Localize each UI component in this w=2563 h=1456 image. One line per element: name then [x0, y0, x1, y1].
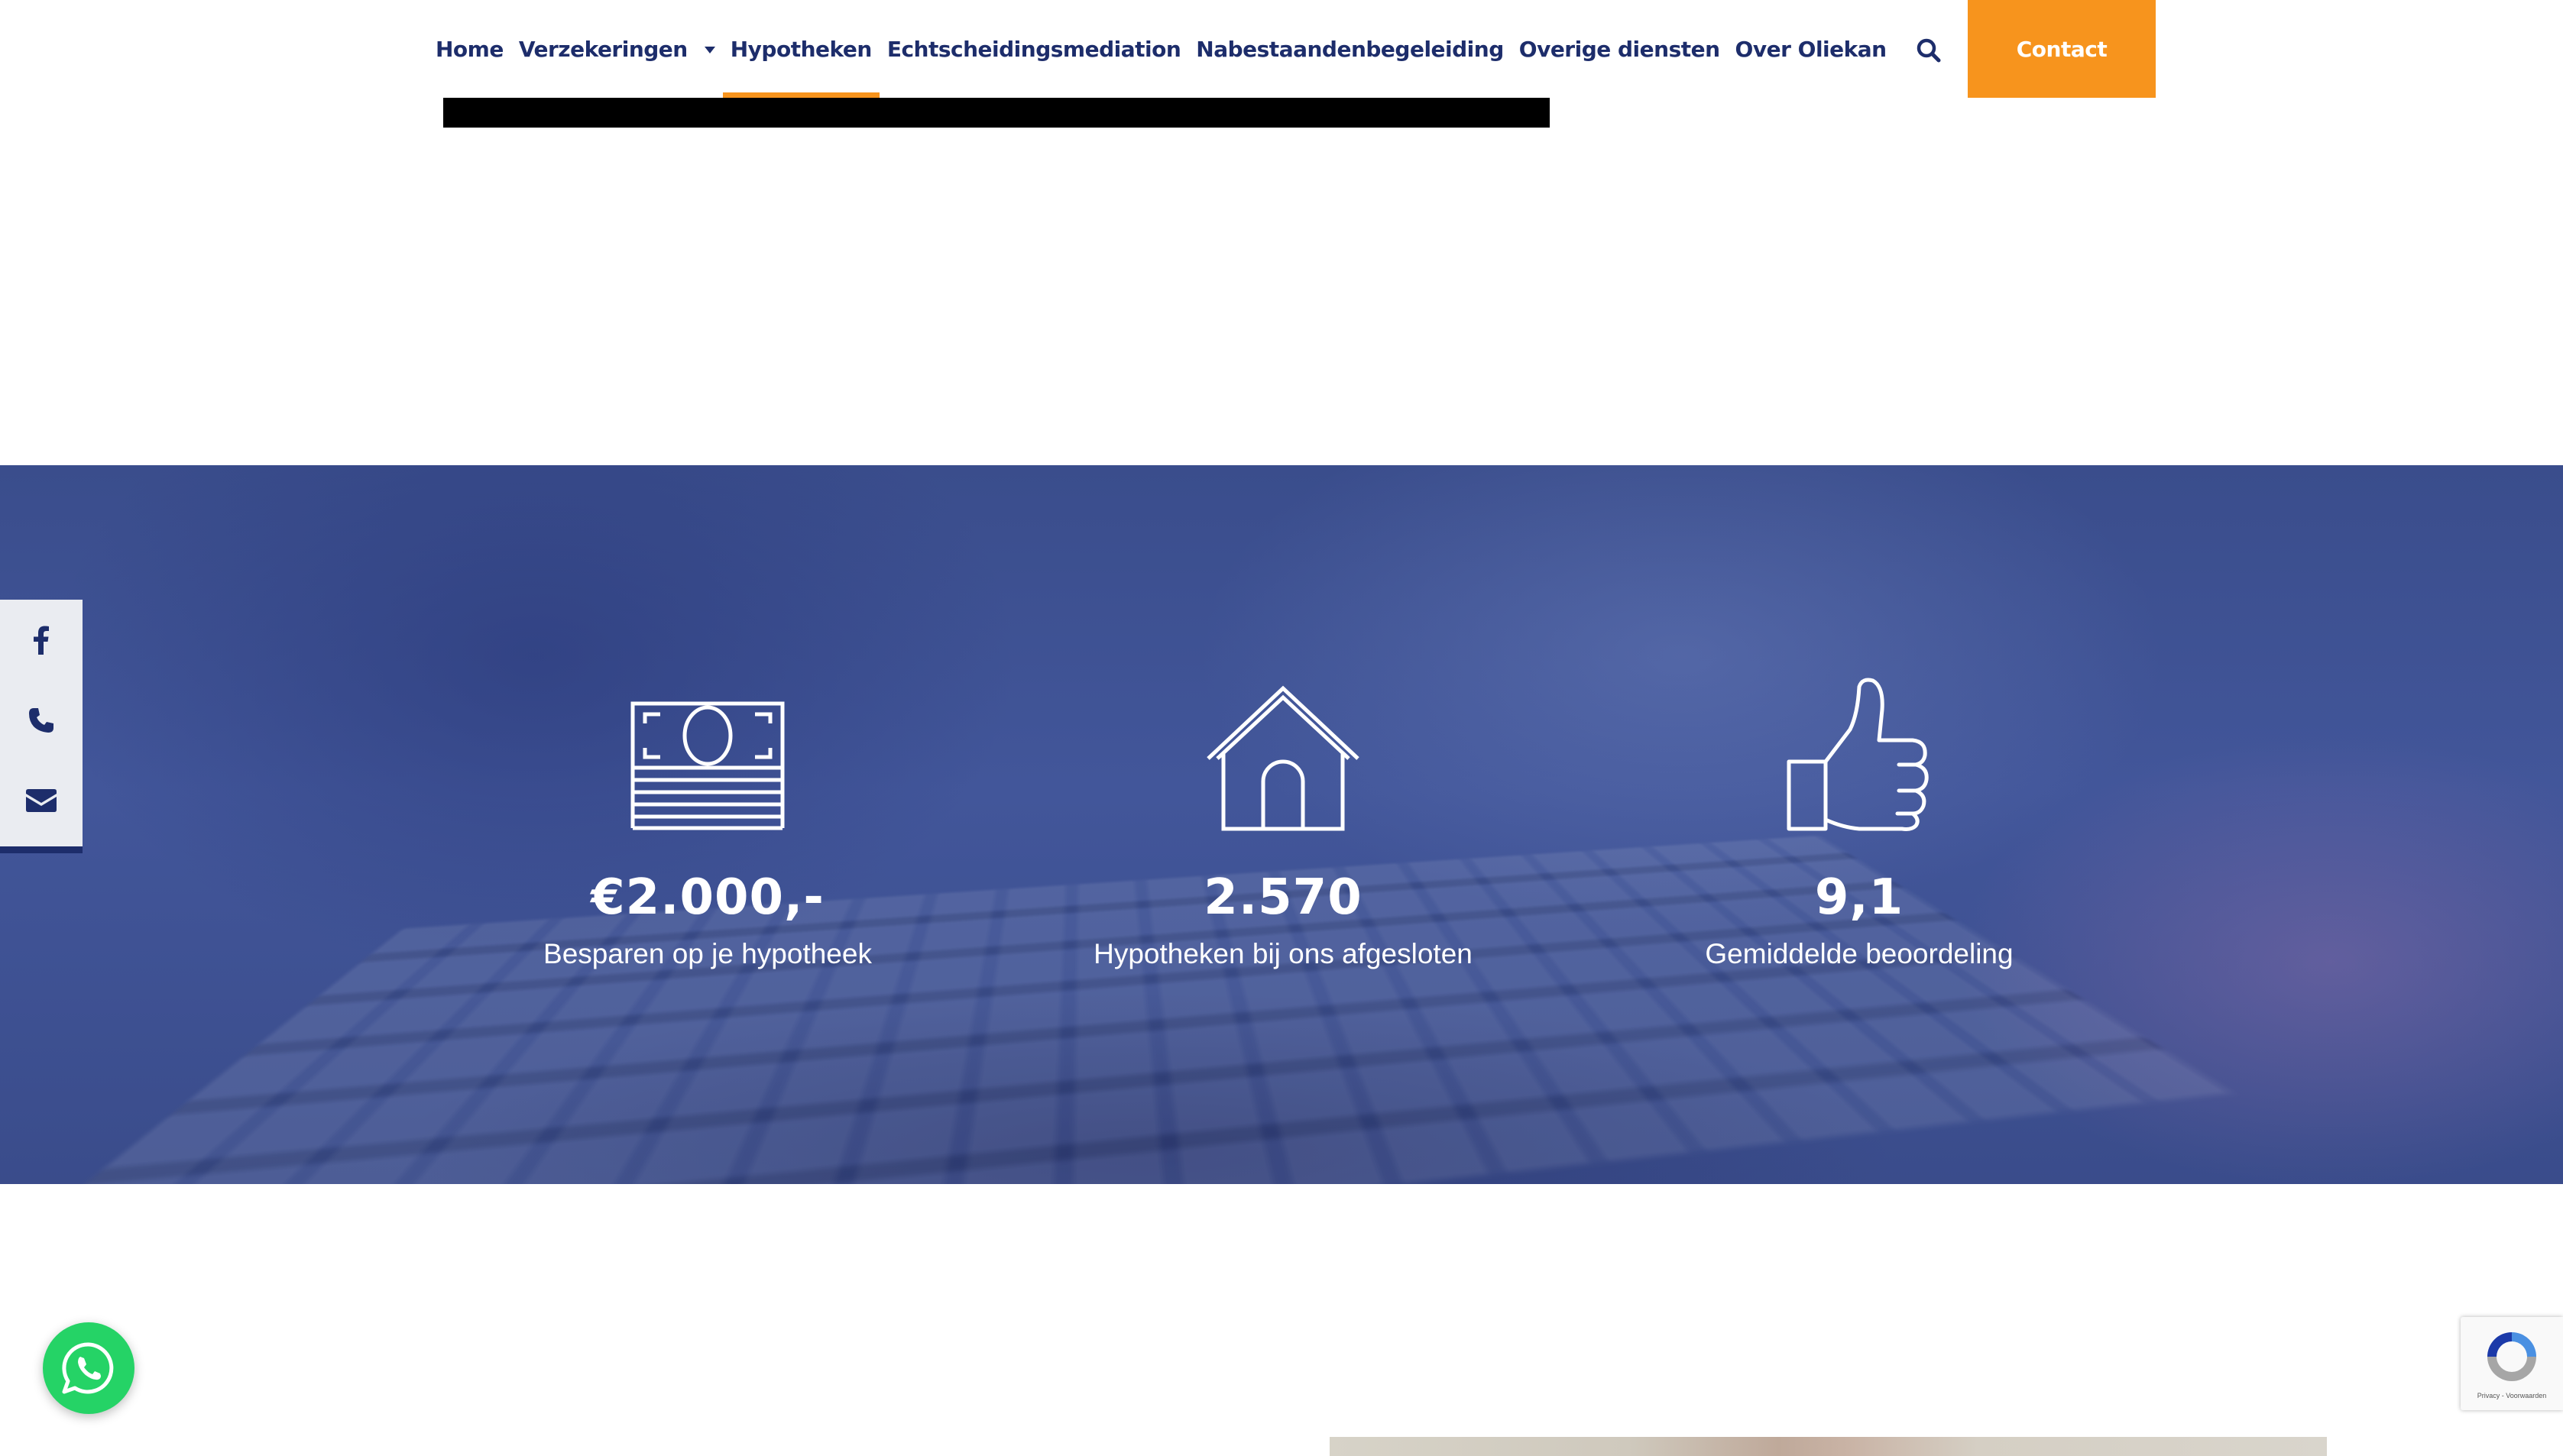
stat-value: 2.570 [1016, 873, 1550, 922]
facebook-icon [34, 626, 49, 655]
thumbs-up-icon [1786, 676, 1933, 832]
stat-mortgages: 2.570 Hypotheken bij ons afgesloten [1016, 671, 1550, 971]
house-icon [1205, 685, 1361, 832]
nav-item-overige-diensten[interactable]: Overige diensten [1512, 0, 1728, 98]
stats-section: €2.000,- Besparen op je hypotheek 2.570 … [0, 465, 2563, 1184]
nav-item-nabestaandenbegeleiding[interactable]: Nabestaandenbegeleiding [1188, 0, 1511, 98]
nav-item-echtscheidingsmediation[interactable]: Echtscheidingsmediation [880, 0, 1188, 98]
stat-savings: €2.000,- Besparen op je hypotheek [440, 671, 975, 971]
recaptcha-icon [2481, 1326, 2542, 1387]
nav-item-label: Over Oliekan [1735, 37, 1887, 62]
facebook-link[interactable] [0, 600, 83, 680]
nav-item-label: Echtscheidingsmediation [887, 37, 1181, 62]
envelope-icon [26, 789, 57, 812]
search-button[interactable] [1915, 37, 1943, 64]
nav-item-label: Home [436, 37, 504, 62]
nav-item-label: Hypotheken [731, 37, 872, 62]
money-icon [630, 700, 786, 832]
content-image [1330, 1437, 2327, 1456]
contact-button-label: Contact [2017, 37, 2107, 62]
recaptcha-badge[interactable]: Privacy - Voorwaarden [2461, 1317, 2563, 1410]
redacted-bar [443, 98, 1550, 128]
whatsapp-button[interactable] [43, 1322, 134, 1414]
stat-value: €2.000,- [440, 873, 975, 922]
search-icon [1915, 37, 1943, 64]
nav-item-label: Overige diensten [1519, 37, 1720, 62]
stat-value: 9,1 [1592, 873, 2127, 922]
stat-label: Gemiddelde beoordeling [1592, 937, 2127, 971]
nav-item-hypotheken[interactable]: Hypotheken [723, 0, 880, 98]
nav-item-label: Nabestaandenbegeleiding [1196, 37, 1503, 62]
whatsapp-icon [61, 1341, 116, 1396]
phone-icon [28, 707, 54, 733]
nav-item-home[interactable]: Home [428, 0, 511, 98]
social-sidebar [0, 600, 83, 853]
contact-button[interactable]: Contact [1968, 0, 2156, 98]
nav-item-label: Verzekeringen [519, 37, 688, 62]
stat-rating: 9,1 Gemiddelde beoordeling [1592, 671, 2127, 971]
stat-label: Besparen op je hypotheek [440, 937, 975, 971]
nav-item-over-oliekan[interactable]: Over Oliekan [1728, 0, 1894, 98]
caret-down-icon [705, 47, 715, 53]
nav-item-verzekeringen[interactable]: Verzekeringen [511, 0, 723, 98]
email-link[interactable] [0, 760, 83, 840]
phone-link[interactable] [0, 680, 83, 760]
stat-label: Hypotheken bij ons afgesloten [1016, 937, 1550, 971]
recaptcha-text: Privacy - Voorwaarden [2461, 1392, 2563, 1399]
main-nav: Home Verzekeringen Hypotheken Echtscheid… [428, 0, 1894, 98]
